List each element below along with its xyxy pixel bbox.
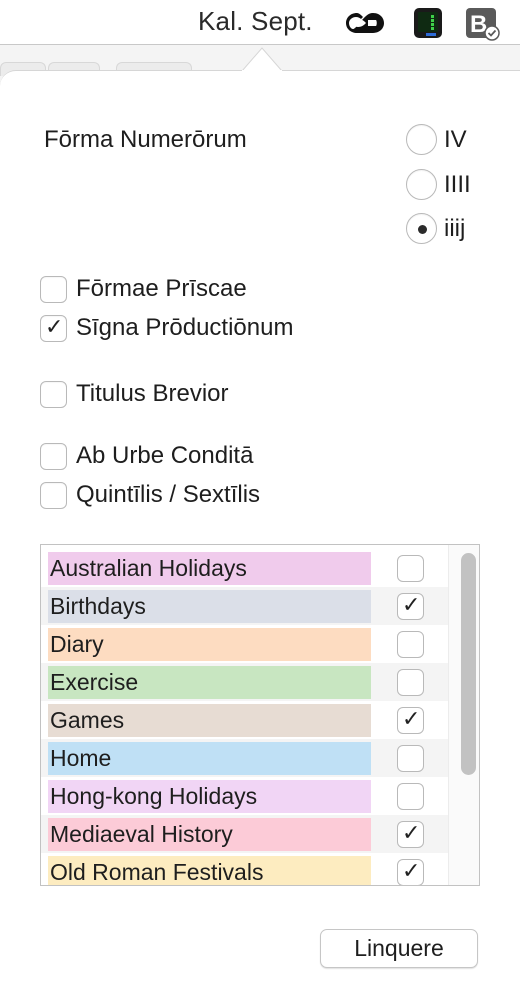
radio-numeral-iv[interactable]: IV	[406, 124, 467, 155]
checkbox-label: Titulus Brevior	[76, 380, 229, 407]
checkbox[interactable]	[40, 481, 67, 509]
radio-label: iiij	[444, 214, 466, 242]
radio-button[interactable]	[406, 169, 437, 200]
radio-button[interactable]	[406, 213, 437, 244]
calendar-name: Mediaeval History	[48, 818, 371, 851]
option-quintilis-sextilis[interactable]: Quintīlis / Sextīlis	[40, 481, 260, 509]
bbedit-icon[interactable]: B	[465, 7, 501, 41]
checkbox-label: Ab Urbe Conditā	[76, 442, 254, 469]
option-ab-urbe-condita[interactable]: Ab Urbe Conditā	[40, 442, 253, 470]
calendar-checkbox[interactable]	[397, 821, 424, 848]
calendar-name: Exercise	[48, 666, 371, 699]
radio-numeral-iiii[interactable]: IIII	[406, 169, 471, 200]
activity-monitor-icon[interactable]	[412, 7, 444, 39]
calendar-row[interactable]: Hong-kong Holidays	[41, 777, 448, 815]
calendar-checkbox[interactable]	[397, 593, 424, 620]
calendar-name: Birthdays	[48, 590, 371, 623]
calendar-name: Games	[48, 704, 371, 737]
calendar-row[interactable]: Exercise	[41, 663, 448, 701]
calendar-row[interactable]: Home	[41, 739, 448, 777]
checkbox[interactable]	[40, 275, 67, 303]
calendar-name: Diary	[48, 628, 371, 661]
scrollbar-track[interactable]	[448, 545, 479, 885]
checkbox[interactable]	[40, 442, 67, 470]
checkbox-label: Fōrmae Prīscae	[76, 275, 247, 302]
calendar-row[interactable]: Diary	[41, 625, 448, 663]
calendar-row[interactable]: Mediaeval History	[41, 815, 448, 853]
popover-arrow	[242, 47, 282, 72]
calendar-checkbox[interactable]	[397, 745, 424, 772]
calendar-row[interactable]: Birthdays	[41, 587, 448, 625]
radio-label: IV	[444, 125, 467, 153]
option-titulus-brevior[interactable]: Titulus Brevior	[40, 380, 228, 408]
quit-button[interactable]: Linquere	[320, 929, 478, 968]
option-formae-priscae[interactable]: Fōrmae Prīscae	[40, 275, 247, 303]
calendar-checkbox[interactable]	[397, 669, 424, 696]
radio-button[interactable]	[406, 124, 437, 155]
menubar-date-title[interactable]: Kal. Sept.	[198, 6, 313, 37]
option-signa-productionum[interactable]: Sīgna Prōductiōnum	[40, 314, 293, 342]
checkbox-label: Sīgna Prōductiōnum	[76, 314, 294, 341]
calendar-row[interactable]: Australian Holidays	[41, 549, 448, 587]
calendar-row[interactable]: Games	[41, 701, 448, 739]
calendar-checkbox[interactable]	[397, 783, 424, 810]
checkbox-label: Quintīlis / Sextīlis	[76, 481, 261, 508]
numeral-form-label: Fōrma Numerōrum	[44, 126, 247, 153]
calendar-row[interactable]: Old Roman Festivals	[41, 853, 448, 885]
calendar-name: Home	[48, 742, 371, 775]
checkbox[interactable]	[40, 380, 67, 408]
scrollbar-thumb[interactable]	[461, 553, 476, 775]
calendar-name: Australian Holidays	[48, 552, 371, 585]
creative-cloud-icon[interactable]	[344, 9, 386, 37]
calendar-name: Old Roman Festivals	[48, 856, 371, 885]
calendar-checkbox[interactable]	[397, 631, 424, 658]
calendar-checkbox[interactable]	[397, 555, 424, 582]
calendar-checkbox[interactable]	[397, 859, 424, 885]
radio-numeral-iiij[interactable]: iiij	[406, 213, 465, 244]
checkbox[interactable]	[40, 314, 67, 342]
calendar-name: Hong-kong Holidays	[48, 780, 371, 813]
menu-bar: Kal. Sept. B	[0, 0, 520, 45]
radio-label: IIII	[444, 170, 471, 198]
calendar-checkbox[interactable]	[397, 707, 424, 734]
calendar-list[interactable]: Australian Holidays Birthdays Diary Exer…	[40, 544, 480, 886]
